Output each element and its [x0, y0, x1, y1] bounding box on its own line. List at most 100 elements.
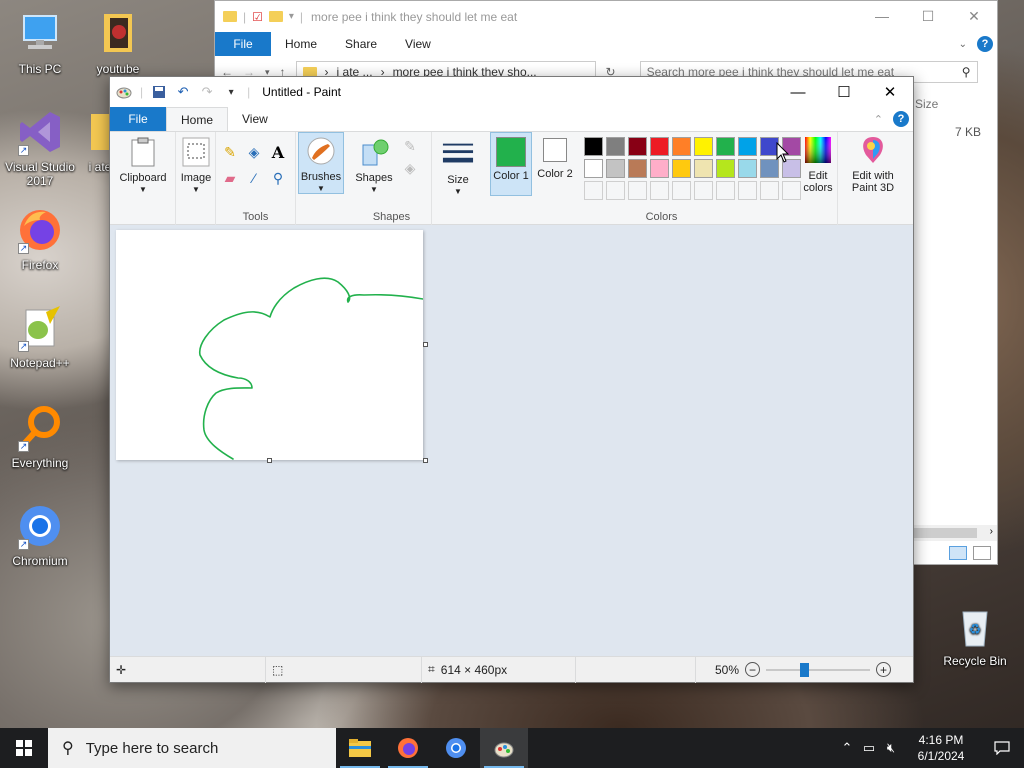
edit-colors-button[interactable]: Edit colors: [798, 134, 838, 194]
maximize-button[interactable]: ☐: [821, 77, 867, 107]
palette-custom-slot[interactable]: [584, 181, 603, 200]
minimize-button[interactable]: —: [775, 77, 821, 107]
taskbar-search-box[interactable]: ⚲ Type here to search: [48, 728, 336, 768]
zoom-in-button[interactable]: +: [876, 662, 891, 677]
tab-share[interactable]: Share: [331, 37, 391, 51]
paint-title-bar[interactable]: | ↶ ↷ ▾ | Untitled - Paint — ☐ ✕: [110, 77, 913, 107]
brushes-button[interactable]: Brushes ▼: [298, 132, 344, 194]
redo-icon[interactable]: ↷: [199, 84, 215, 100]
palette-custom-slot[interactable]: [672, 181, 691, 200]
palette-swatch[interactable]: [650, 159, 669, 178]
notification-center-button[interactable]: [980, 741, 1024, 755]
start-button[interactable]: [0, 728, 48, 768]
volume-muted-icon[interactable]: 🔇︎: [880, 740, 902, 756]
tab-home[interactable]: Home: [271, 37, 331, 51]
horizontal-scrollbar[interactable]: ›: [913, 525, 997, 541]
palette-swatch[interactable]: [672, 137, 691, 156]
palette-swatch[interactable]: [716, 159, 735, 178]
magnifier-icon[interactable]: ⚲: [268, 168, 288, 188]
taskbar-file-explorer[interactable]: [336, 728, 384, 768]
drawing-canvas[interactable]: [116, 230, 424, 460]
image-button[interactable]: Image ▼: [178, 136, 214, 196]
resize-handle-bottom[interactable]: [267, 458, 272, 463]
desktop-icon-this-pc[interactable]: This PC: [2, 10, 78, 76]
palette-custom-slot[interactable]: [694, 181, 713, 200]
palette-swatch[interactable]: [606, 137, 625, 156]
shapes-button[interactable]: Shapes ▼: [354, 136, 394, 196]
outline-icon[interactable]: ✎: [400, 136, 420, 156]
canvas-workspace[interactable]: [110, 225, 913, 657]
palette-swatch[interactable]: [650, 137, 669, 156]
paint-window[interactable]: | ↶ ↷ ▾ | Untitled - Paint — ☐ ✕ File Ho…: [109, 76, 914, 683]
resize-handle-right[interactable]: [423, 342, 428, 347]
tab-file[interactable]: File: [215, 32, 271, 56]
desktop-icon-youtube[interactable]: youtube: [80, 10, 156, 76]
palette-swatch[interactable]: [628, 137, 647, 156]
minimize-button[interactable]: —: [859, 8, 905, 25]
desktop-icon-visual-studio[interactable]: ↗ Visual Studio 2017: [2, 108, 78, 188]
paint-app-icon[interactable]: [116, 84, 132, 100]
palette-swatch[interactable]: [628, 159, 647, 178]
clock[interactable]: 4:16 PM 6/1/2024: [902, 732, 980, 764]
properties-icon[interactable]: ☑: [252, 10, 263, 24]
palette-custom-slot[interactable]: [628, 181, 647, 200]
explorer-title-bar[interactable]: | ☑ ▾ | more pee i think they should let…: [215, 1, 997, 32]
details-view-icon[interactable]: [949, 546, 967, 560]
maximize-button[interactable]: ☐: [905, 8, 951, 25]
size-button[interactable]: Size ▼: [436, 138, 480, 198]
tab-home[interactable]: Home: [166, 107, 229, 131]
undo-icon[interactable]: ↶: [175, 84, 191, 100]
taskbar-chromium[interactable]: [432, 728, 480, 768]
help-icon[interactable]: ?: [893, 111, 909, 127]
fill-bucket-icon[interactable]: ◈: [244, 142, 264, 162]
palette-swatch[interactable]: [738, 159, 757, 178]
customize-toolbar-icon[interactable]: ▾: [223, 84, 239, 100]
palette-swatch[interactable]: [716, 137, 735, 156]
column-header-size[interactable]: Size: [915, 97, 938, 111]
palette-swatch[interactable]: [584, 159, 603, 178]
close-button[interactable]: ✕: [951, 8, 997, 25]
tab-view[interactable]: View: [391, 37, 445, 51]
edit-with-paint3d-button[interactable]: Edit with Paint 3D: [842, 134, 904, 194]
taskbar-firefox[interactable]: [384, 728, 432, 768]
palette-custom-slot[interactable]: [760, 181, 779, 200]
chevron-down-icon[interactable]: ▾: [289, 11, 294, 22]
resize-handle-corner[interactable]: [423, 458, 428, 463]
tab-view[interactable]: View: [228, 107, 282, 131]
eraser-icon[interactable]: ▰: [220, 168, 240, 188]
color-picker-icon[interactable]: ⁄: [244, 168, 264, 188]
new-folder-icon[interactable]: [268, 11, 283, 22]
large-icons-view-icon[interactable]: [973, 546, 991, 560]
palette-custom-slot[interactable]: [716, 181, 735, 200]
close-button[interactable]: ✕: [867, 77, 913, 107]
zoom-slider[interactable]: [766, 662, 870, 677]
palette-swatch[interactable]: [738, 137, 757, 156]
chevron-up-icon[interactable]: ⌃: [836, 740, 858, 756]
desktop-icon-chromium[interactable]: ↗ Chromium: [2, 502, 78, 568]
text-tool-icon[interactable]: A: [268, 142, 288, 162]
palette-swatch[interactable]: [694, 159, 713, 178]
zoom-slider-thumb[interactable]: [800, 662, 809, 677]
zoom-out-button[interactable]: −: [745, 662, 760, 677]
palette-custom-slot[interactable]: [738, 181, 757, 200]
palette-swatch[interactable]: [694, 137, 713, 156]
palette-swatch[interactable]: [584, 137, 603, 156]
network-icon[interactable]: ▭: [858, 740, 880, 756]
collapse-ribbon-icon[interactable]: ⌃: [874, 113, 883, 126]
fill-icon[interactable]: ◈: [400, 158, 420, 178]
taskbar-paint[interactable]: [480, 728, 528, 768]
scrollbar-thumb[interactable]: [913, 528, 977, 538]
save-icon[interactable]: [151, 84, 167, 100]
color1-button[interactable]: Color 1: [490, 132, 532, 196]
scroll-right-icon[interactable]: ›: [990, 526, 993, 537]
desktop-icon-recycle-bin[interactable]: ♻ Recycle Bin: [937, 602, 1013, 668]
desktop-icon-everything[interactable]: ↗ Everything: [2, 404, 78, 470]
palette-custom-slot[interactable]: [606, 181, 625, 200]
expand-ribbon-icon[interactable]: ⌄: [959, 39, 967, 50]
pencil-icon[interactable]: ✎: [220, 142, 240, 162]
palette-swatch[interactable]: [672, 159, 691, 178]
help-icon[interactable]: ?: [977, 36, 993, 52]
palette-custom-slot[interactable]: [650, 181, 669, 200]
color2-button[interactable]: Color 2: [534, 132, 576, 198]
desktop-icon-firefox[interactable]: ↗ Firefox: [2, 206, 78, 272]
